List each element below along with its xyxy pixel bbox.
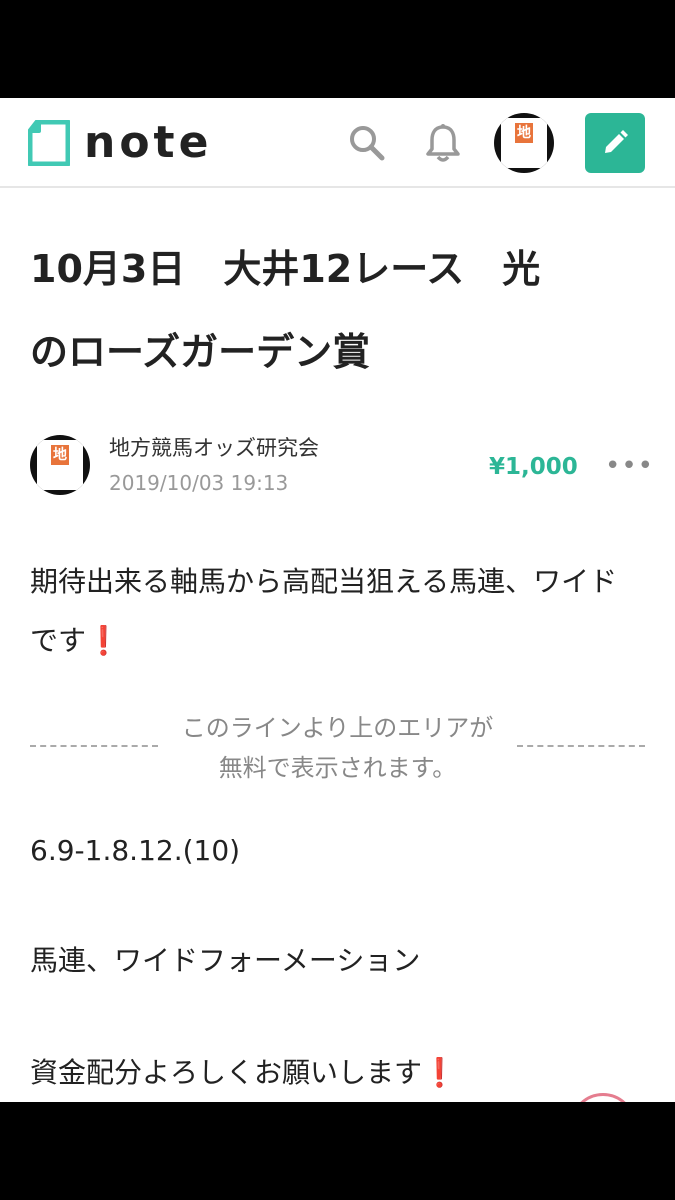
floating-action-button[interactable] [570, 1093, 636, 1102]
search-button[interactable] [344, 120, 390, 166]
author-avatar[interactable]: 地 [30, 435, 90, 495]
exclamation-icon: ❗ [422, 1056, 457, 1089]
logo-text: note [84, 117, 213, 168]
free-area-divider-right [517, 745, 645, 747]
exclamation-icon: ❗ [86, 624, 121, 657]
avatar-badge: 地 [515, 123, 533, 143]
bet-type-line: 馬連、ワイドフォーメーション [30, 944, 421, 977]
funds-line: 資金配分よろしくお願いします❗ [30, 1056, 457, 1090]
note-app-screen: note 地 10月3日 大井12レース 光 のローズガーデン賞 地 地方競馬オ… [0, 98, 675, 1102]
article-title: 10月3日 大井12レース 光 のローズガーデン賞 [30, 248, 650, 420]
author-name[interactable]: 地方競馬オッズ研究会 [109, 435, 319, 461]
author-avatar-image: 地 [37, 440, 83, 490]
pencil-icon [605, 130, 628, 153]
note-logo-icon [28, 120, 70, 166]
publish-date: 2019/10/03 19:13 [109, 471, 289, 495]
user-avatar-button[interactable]: 地 [494, 113, 554, 173]
write-post-button[interactable] [585, 113, 645, 173]
notifications-button[interactable] [420, 120, 466, 166]
funds-line-text: 資金配分よろしくお願いします [30, 1056, 423, 1089]
intro-line-2-text: です [30, 624, 87, 657]
free-area-notice-line-1: このラインより上のエリアが [181, 714, 494, 742]
title-line-2: のローズガーデン賞 [30, 330, 371, 374]
search-icon [350, 126, 385, 161]
avatar-image: 地 [501, 118, 547, 168]
free-area-notice: このラインより上のエリアが 無料で表示されます。 [170, 708, 505, 788]
free-area-divider-left [30, 745, 158, 747]
title-line-1: 10月3日 大井12レース 光 [30, 247, 541, 291]
more-options-button[interactable]: ••• [605, 453, 654, 479]
author-avatar-badge: 地 [51, 445, 69, 465]
price-label: ¥1,000 [489, 454, 578, 480]
bell-icon [426, 124, 460, 162]
free-area-notice-line-2: 無料で表示されます。 [218, 754, 457, 782]
top-navigation-bar: note 地 [0, 98, 675, 188]
intro-line-2: です❗ [30, 624, 121, 658]
note-logo[interactable]: note [28, 120, 212, 166]
numbers-line: 6.9-1.8.12.(10) [30, 834, 241, 867]
intro-line-1: 期待出来る軸馬から高配当狙える馬連、ワイド [30, 565, 618, 598]
